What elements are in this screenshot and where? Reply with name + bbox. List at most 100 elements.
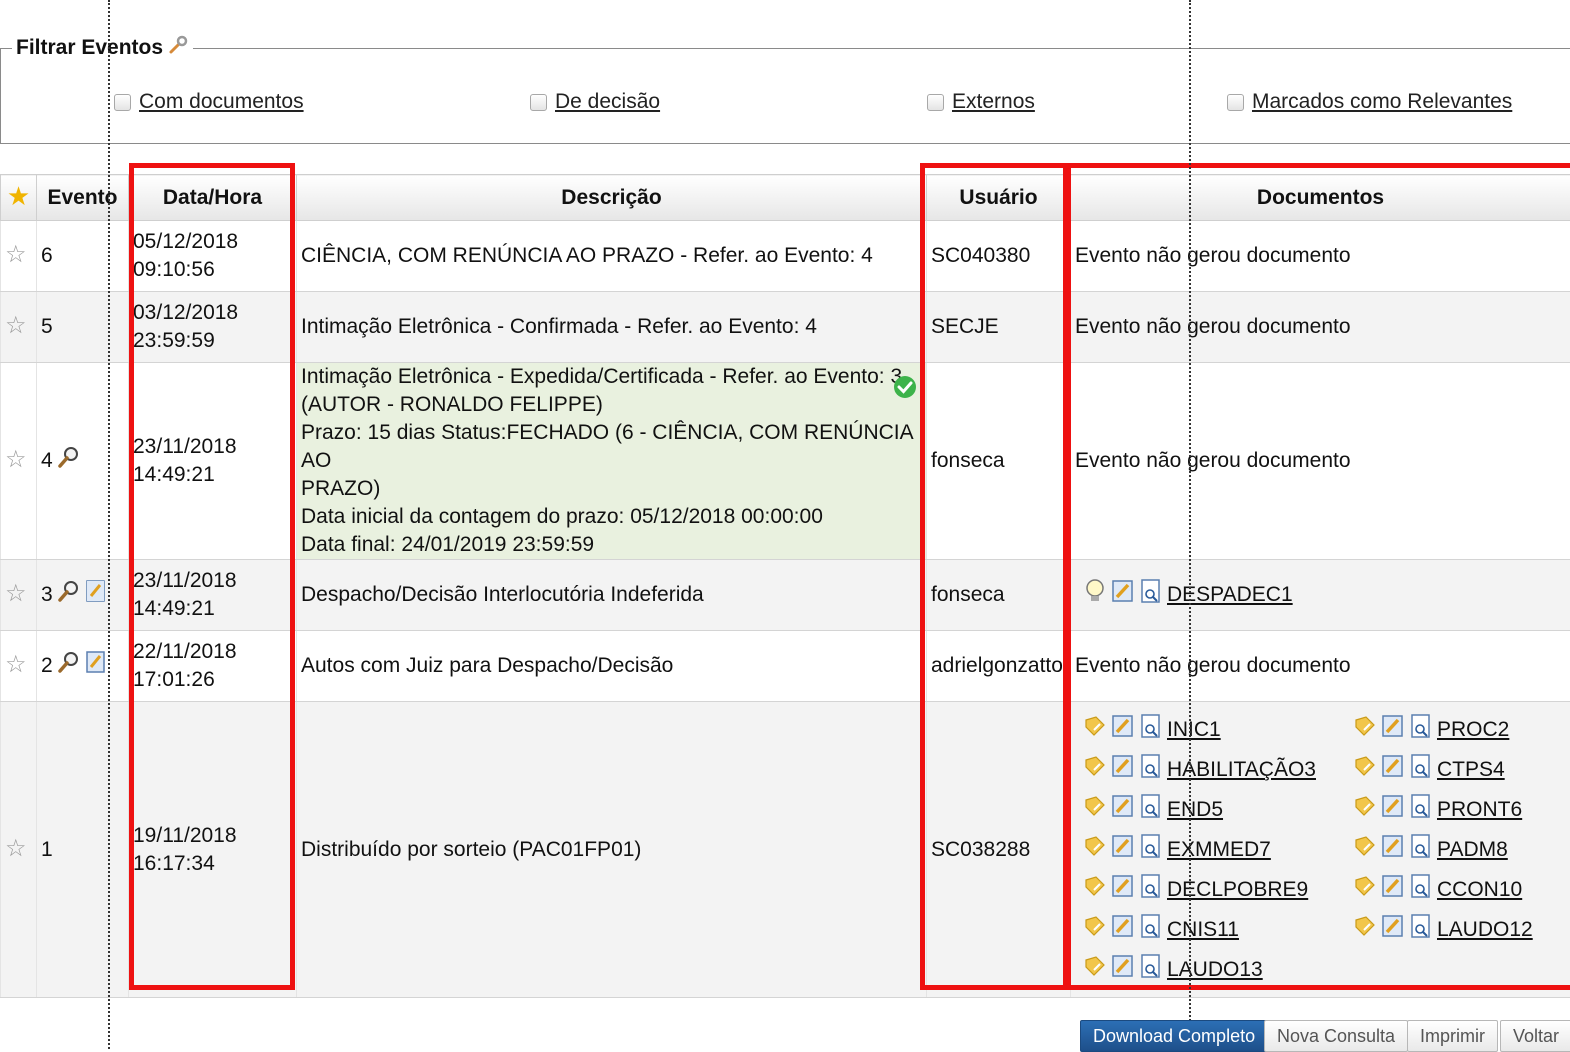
document-link[interactable]: PRONT6 xyxy=(1437,796,1522,824)
edit-document-icon[interactable] xyxy=(1381,874,1405,906)
lightbulb-icon[interactable] xyxy=(1083,578,1107,612)
star-icon[interactable]: ★ xyxy=(7,184,30,208)
edit-document-icon[interactable] xyxy=(1111,834,1135,866)
view-document-icon[interactable] xyxy=(1139,873,1163,907)
view-document-icon[interactable] xyxy=(1139,913,1163,947)
tag-icon[interactable] xyxy=(1083,794,1107,826)
tag-icon[interactable] xyxy=(1083,754,1107,786)
tag-icon[interactable] xyxy=(1083,954,1107,986)
download-completo-button[interactable]: Download Completo xyxy=(1080,1020,1268,1052)
view-document-icon[interactable] xyxy=(1409,833,1433,867)
star-outline-icon[interactable]: ☆ xyxy=(5,653,27,677)
document-link[interactable]: LAUDO13 xyxy=(1167,956,1263,984)
edit-document-icon[interactable] xyxy=(1111,579,1135,611)
star-outline-icon[interactable]: ☆ xyxy=(5,582,27,606)
tag-icon[interactable] xyxy=(1353,914,1377,946)
magnifier-icon[interactable] xyxy=(57,650,81,682)
document-link[interactable]: CTPS4 xyxy=(1437,756,1505,784)
filter-com-documentos[interactable]: Com documentos xyxy=(114,90,304,114)
de-decisao-checkbox[interactable] xyxy=(530,94,547,111)
tag-icon[interactable] xyxy=(1083,834,1107,866)
nova-consulta-button[interactable]: Nova Consulta xyxy=(1264,1020,1408,1052)
edit-document-icon[interactable] xyxy=(1111,914,1135,946)
view-document-icon[interactable] xyxy=(1409,713,1433,747)
document-edit-icon[interactable] xyxy=(85,579,107,611)
view-document-icon[interactable] xyxy=(1139,753,1163,787)
magnifier-icon[interactable] xyxy=(57,579,81,611)
edit-document-icon[interactable] xyxy=(1111,794,1135,826)
externos-checkbox[interactable] xyxy=(927,94,944,111)
voltar-button[interactable]: Voltar xyxy=(1500,1020,1570,1052)
view-document-icon[interactable] xyxy=(1409,793,1433,827)
document-link[interactable]: CNIS11 xyxy=(1167,916,1239,944)
header-star[interactable]: ★ xyxy=(1,175,37,221)
edit-document-icon[interactable] xyxy=(1111,874,1135,906)
document-link[interactable]: EXMMED7 xyxy=(1167,836,1271,864)
edit-document-icon[interactable] xyxy=(1111,954,1135,986)
document-link[interactable]: END5 xyxy=(1167,796,1223,824)
filter-relevantes[interactable]: Marcados como Relevantes xyxy=(1227,90,1512,114)
com-documentos-link[interactable]: Com documentos xyxy=(139,90,304,114)
document-link[interactable]: DECLPOBRE9 xyxy=(1167,876,1308,904)
star-outline-icon[interactable]: ☆ xyxy=(5,314,27,338)
star-outline-icon[interactable]: ☆ xyxy=(5,837,27,861)
document-link[interactable]: PADM8 xyxy=(1437,836,1508,864)
tag-icon[interactable] xyxy=(1353,714,1377,746)
de-decisao-link[interactable]: De decisão xyxy=(555,90,660,114)
filter-de-decisao[interactable]: De decisão xyxy=(530,90,660,114)
evento-cell: 5 xyxy=(37,292,129,363)
star-outline-icon[interactable]: ☆ xyxy=(5,243,27,267)
event-time: 09:10:56 xyxy=(133,256,292,284)
tag-icon[interactable] xyxy=(1083,914,1107,946)
edit-document-icon[interactable] xyxy=(1111,754,1135,786)
tag-icon[interactable] xyxy=(1353,834,1377,866)
edit-document-icon[interactable] xyxy=(1111,714,1135,746)
edit-document-icon[interactable] xyxy=(1381,834,1405,866)
star-cell[interactable]: ☆ xyxy=(1,560,37,631)
wrench-icon[interactable] xyxy=(167,34,189,62)
edit-document-icon[interactable] xyxy=(1381,914,1405,946)
document-link[interactable]: HABILITAÇÃO3 xyxy=(1167,756,1316,784)
imprimir-button[interactable]: Imprimir xyxy=(1407,1020,1498,1052)
tag-icon[interactable] xyxy=(1353,874,1377,906)
header-evento[interactable]: Evento xyxy=(37,175,129,221)
document-edit-icon[interactable] xyxy=(85,650,107,682)
view-document-icon[interactable] xyxy=(1139,953,1163,987)
view-document-icon[interactable] xyxy=(1139,713,1163,747)
header-descricao[interactable]: Descrição xyxy=(297,175,927,221)
document-link[interactable]: INIC1 xyxy=(1167,716,1221,744)
view-document-icon[interactable] xyxy=(1409,913,1433,947)
star-cell[interactable]: ☆ xyxy=(1,363,37,560)
star-outline-icon[interactable]: ☆ xyxy=(5,448,27,472)
filter-externos[interactable]: Externos xyxy=(927,90,1035,114)
tag-icon[interactable] xyxy=(1083,714,1107,746)
star-cell[interactable]: ☆ xyxy=(1,292,37,363)
edit-document-icon[interactable] xyxy=(1381,754,1405,786)
edit-document-icon[interactable] xyxy=(1381,714,1405,746)
star-cell[interactable]: ☆ xyxy=(1,221,37,292)
tag-icon[interactable] xyxy=(1353,794,1377,826)
star-cell[interactable]: ☆ xyxy=(1,702,37,998)
tag-icon[interactable] xyxy=(1083,874,1107,906)
star-cell[interactable]: ☆ xyxy=(1,631,37,702)
com-documentos-checkbox[interactable] xyxy=(114,94,131,111)
view-document-icon[interactable] xyxy=(1409,753,1433,787)
edit-document-icon[interactable] xyxy=(1381,794,1405,826)
view-document-icon[interactable] xyxy=(1139,793,1163,827)
header-usuario[interactable]: Usuário xyxy=(927,175,1071,221)
tag-icon[interactable] xyxy=(1353,754,1377,786)
document-link[interactable]: LAUDO12 xyxy=(1437,916,1533,944)
view-document-icon[interactable] xyxy=(1139,578,1163,612)
magnifier-icon[interactable] xyxy=(57,445,81,477)
relevantes-checkbox[interactable] xyxy=(1227,94,1244,111)
document-link[interactable]: CCON10 xyxy=(1437,876,1522,904)
header-data-hora[interactable]: Data/Hora xyxy=(129,175,297,221)
document-link[interactable]: DESPADEC1 xyxy=(1167,581,1293,609)
document-link[interactable]: PROC2 xyxy=(1437,716,1509,744)
header-documentos[interactable]: Documentos xyxy=(1071,175,1570,221)
desc-line: Data inicial da contagem do prazo: 05/12… xyxy=(301,503,922,531)
externos-link[interactable]: Externos xyxy=(952,90,1035,114)
view-document-icon[interactable] xyxy=(1409,873,1433,907)
view-document-icon[interactable] xyxy=(1139,833,1163,867)
relevantes-link[interactable]: Marcados como Relevantes xyxy=(1252,90,1512,114)
